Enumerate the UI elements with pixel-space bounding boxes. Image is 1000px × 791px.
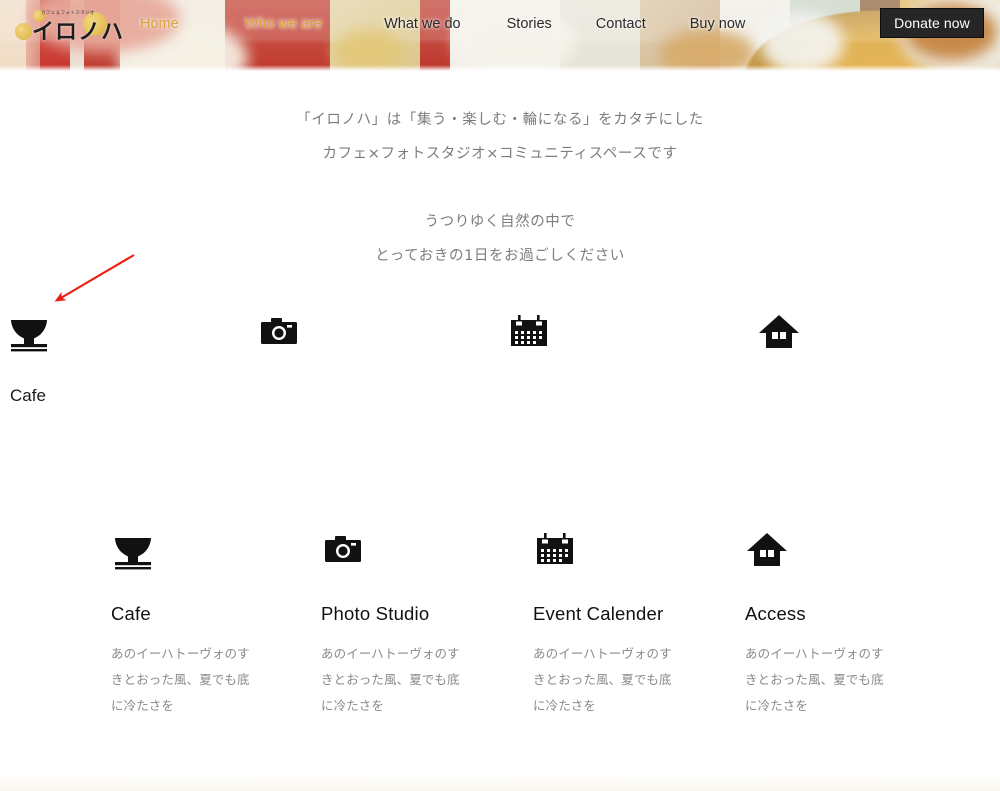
intro-line-2: カフェ×フォトスタジオ×コミュニティスペースです (322, 146, 678, 162)
nav-item-buy-now[interactable]: Buy now (690, 16, 746, 32)
intro-line-1: 「イロノハ」は「集う・楽しむ・輪になる」をカタチにした (296, 112, 704, 128)
page-root: カフェ＆フォトスタジオ イロノハ Home Who we are What we… (0, 0, 1000, 791)
card-description: あのイーハトーヴォのすきとおった風、夏でも底に冷たさを (111, 646, 250, 713)
feature-card-event-calendar[interactable]: Event Calender あのイーハトーヴォのすきとおった風、夏でも底に冷た… (533, 528, 733, 719)
nav-item-who-we-are[interactable]: Who we are (245, 16, 322, 32)
hero-banner: カフェ＆フォトスタジオ イロノハ Home Who we are What we… (0, 0, 1000, 71)
cafe-bowl-icon (11, 320, 47, 352)
card-description: あのイーハトーヴォのすきとおった風、夏でも底に冷たさを (745, 646, 884, 713)
page-bottom-fade (0, 773, 1000, 791)
card-icon-wrapper (533, 528, 577, 572)
card-title: Cafe (111, 603, 151, 624)
card-description: あのイーハトーヴォのすきとおった風、夏でも底に冷たさを (321, 646, 460, 713)
main-navigation: Home Who we are What we do Stories Conta… (140, 16, 745, 32)
cafe-bowl-icon (115, 538, 151, 570)
card-icon-wrapper (745, 528, 789, 572)
feature-card-photo-studio[interactable]: Photo Studio あのイーハトーヴォのすきとおった風、夏でも底に冷たさを (321, 528, 521, 719)
feature-icon-photo-studio[interactable] (257, 310, 301, 354)
feature-label-cafe: Cafe (10, 386, 46, 405)
logo-wordmark: イロノハ (32, 20, 125, 45)
hero-bottom-fade (0, 65, 1000, 71)
camera-icon (325, 536, 361, 562)
feature-card-cafe[interactable]: Cafe あのイーハトーヴォのすきとおった風、夏でも底に冷たさを (111, 528, 311, 719)
card-icon-wrapper (111, 528, 155, 572)
nav-item-stories[interactable]: Stories (507, 16, 552, 32)
logo-dot-icon (15, 23, 32, 40)
site-logo[interactable]: カフェ＆フォトスタジオ イロノハ (12, 4, 125, 48)
card-title: Photo Studio (321, 603, 430, 624)
feature-icon-cafe[interactable] (7, 310, 51, 354)
card-description: あのイーハトーヴォのすきとおった風、夏でも底に冷たさを (533, 646, 672, 713)
intro-line-4: とっておきの1日をお過ごしください (375, 248, 625, 264)
feature-icon-row (0, 310, 1000, 354)
camera-icon (261, 318, 297, 344)
feature-cards-row: Cafe あのイーハトーヴォのすきとおった風、夏でも底に冷たさを Photo S… (0, 528, 1000, 713)
calendar-icon (537, 533, 573, 564)
calendar-icon (511, 315, 547, 346)
donate-now-button[interactable]: Donate now (880, 8, 984, 38)
nav-item-what-we-do[interactable]: What we do (384, 16, 461, 32)
house-icon (747, 533, 787, 566)
feature-icon-event-calendar[interactable] (507, 310, 551, 354)
feature-icon-access[interactable] (757, 310, 801, 354)
card-title: Event Calender (533, 603, 664, 624)
house-icon (759, 315, 799, 348)
feature-card-access[interactable]: Access あのイーハトーヴォのすきとおった風、夏でも底に冷たさを (745, 528, 945, 719)
intro-section: 「イロノハ」は「集う・楽しむ・輪になる」をカタチにした カフェ×フォトスタジオ×… (0, 103, 1000, 273)
nav-item-home[interactable]: Home (140, 16, 179, 32)
intro-line-3: うつりゆく自然の中で (424, 214, 576, 230)
card-icon-wrapper (321, 528, 365, 572)
hero-blob-daikon (760, 12, 844, 71)
card-title: Access (745, 603, 806, 624)
nav-item-contact[interactable]: Contact (596, 16, 646, 32)
